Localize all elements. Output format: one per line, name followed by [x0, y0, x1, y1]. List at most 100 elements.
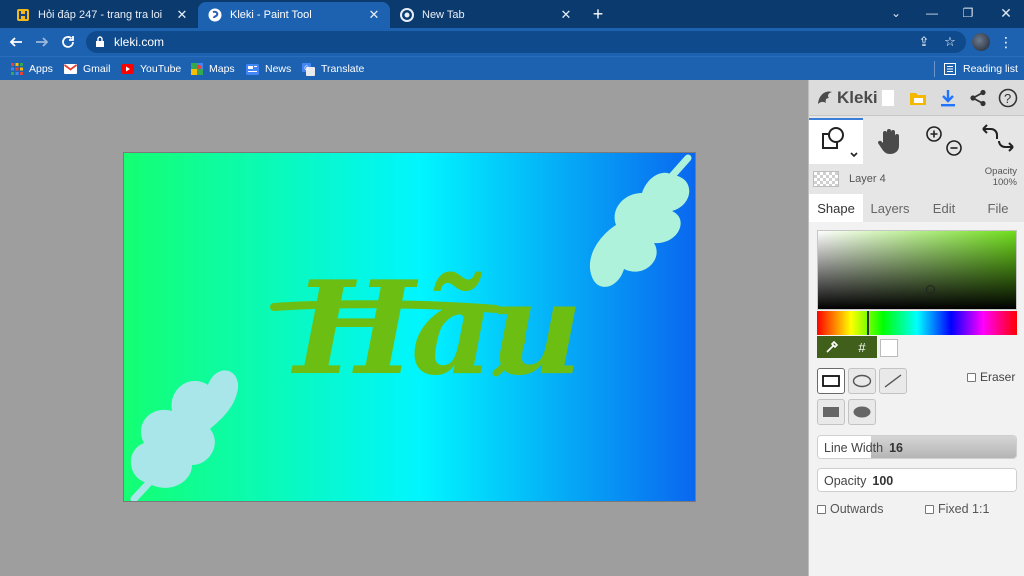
bookmark-label: News [265, 63, 292, 75]
kleki-logo[interactable]: Kleki [815, 86, 878, 110]
help-icon[interactable]: ? [997, 87, 1019, 109]
close-tab-icon[interactable]: ✕ [174, 7, 190, 23]
saturation-value-picker[interactable] [817, 230, 1017, 310]
lock-icon [94, 35, 106, 49]
shape-tool-button[interactable] [809, 118, 863, 164]
forward-icon[interactable] [32, 32, 52, 52]
ellipse-outline-button[interactable] [848, 368, 876, 394]
panel-tabs: Shape Layers Edit File [809, 194, 1024, 222]
ellipse-outline-icon [852, 374, 872, 388]
open-folder-icon[interactable] [907, 87, 929, 109]
eyedropper-button[interactable] [817, 336, 847, 358]
bookmark-youtube[interactable]: YouTube [121, 61, 181, 77]
bookmark-label: YouTube [140, 63, 182, 75]
opacity-slider[interactable]: Opacity 100 [817, 468, 1017, 492]
undo-redo[interactable] [975, 120, 1021, 162]
undo-icon [982, 124, 998, 139]
layer-thumbnail [813, 171, 839, 187]
new-image-icon[interactable] [877, 87, 899, 109]
close-tab-icon[interactable]: ✕ [558, 7, 574, 23]
drawing-canvas[interactable]: Hãu [123, 152, 696, 502]
ellipse-filled-icon [853, 406, 871, 418]
hue-slider-handle[interactable] [867, 311, 869, 335]
minimize-icon[interactable]: — [914, 0, 950, 26]
restore-icon[interactable]: ❐ [950, 0, 986, 26]
tool-row [809, 118, 1024, 164]
tab-kleki[interactable]: Kleki - Paint Tool ✕ [198, 2, 390, 28]
profile-avatar[interactable] [972, 33, 990, 51]
new-tab-button[interactable]: + [588, 4, 608, 24]
tab-title: Kleki - Paint Tool [230, 9, 312, 21]
hue-slider[interactable] [817, 311, 1017, 335]
line-width-label-wrap: Line Width 16 [824, 441, 903, 455]
zoom-tool[interactable] [919, 120, 969, 162]
logo-text: Kleki [837, 88, 878, 107]
tab-edit[interactable]: Edit [917, 194, 971, 222]
panel-header: Kleki ? [809, 80, 1024, 116]
outwards-checkbox-box[interactable] [817, 504, 826, 514]
reading-list-icon [944, 62, 957, 76]
apps-icon [10, 63, 23, 76]
reading-list-button[interactable]: Reading list [944, 61, 1018, 77]
tab-newtab[interactable]: New Tab ✕ [390, 2, 582, 28]
bookmark-maps[interactable]: Maps [190, 61, 235, 77]
kleki-side-panel: Kleki ? Layer 4 Opacity 100% Shape Layer… [808, 80, 1024, 576]
browser-menu-icon[interactable]: ⋮ [998, 32, 1014, 52]
fixed-ratio-label: Fixed 1:1 [938, 502, 990, 516]
close-tab-icon[interactable]: ✕ [366, 7, 382, 23]
current-layer-row[interactable]: Layer 4 Opacity 100% [809, 166, 1024, 192]
bookmark-star-icon[interactable]: ☆ [942, 34, 958, 50]
bookmark-gmail[interactable]: Gmail [64, 61, 110, 77]
bookmark-label: Translate [321, 63, 365, 75]
tab-search-icon[interactable]: ⌄ [878, 0, 914, 26]
hoidap-favicon-icon [16, 8, 30, 22]
tab-file[interactable]: File [971, 194, 1024, 222]
shape-tool-icon [822, 127, 858, 158]
ellipse-filled-button[interactable] [848, 399, 876, 425]
rectangle-outline-button[interactable] [817, 368, 845, 394]
url-bar[interactable]: kleki.com ⇪ ☆ [86, 31, 966, 53]
hand-tool-icon[interactable] [869, 120, 909, 162]
drawing-workspace[interactable]: Hãu [0, 80, 808, 576]
bookmark-translate[interactable]: G Translate [302, 61, 364, 77]
secondary-color-swatch[interactable] [880, 339, 898, 357]
chrome-favicon-icon [400, 8, 414, 22]
share-icon[interactable] [967, 87, 989, 109]
back-icon[interactable] [6, 32, 26, 52]
tab-hoidap[interactable]: Hỏi đáp 247 - trang tra loi ✕ [6, 2, 198, 28]
rectangle-outline-icon [822, 375, 840, 387]
reload-icon[interactable] [58, 32, 78, 52]
tab-title: Hỏi đáp 247 - trang tra loi [38, 9, 163, 21]
eraser-checkbox[interactable]: Eraser [967, 370, 1015, 384]
hex-input-button[interactable]: # [847, 336, 877, 358]
fixed-ratio-checkbox[interactable]: Fixed 1:1 [925, 502, 989, 516]
address-toolbar: kleki.com ⇪ ☆ ⋮ [0, 28, 1024, 56]
fixed-ratio-checkbox-box[interactable] [925, 504, 934, 514]
layer-opacity-value: 100% [992, 177, 1017, 188]
rectangle-filled-button[interactable] [817, 399, 845, 425]
opacity-label-wrap: Opacity 100 [824, 474, 893, 488]
zoom-out-icon [946, 140, 962, 156]
kleki-favicon-icon [208, 8, 222, 22]
bookmark-news[interactable]: News [246, 61, 291, 77]
svg-text:?: ? [1004, 91, 1011, 106]
share-page-icon[interactable]: ⇪ [916, 34, 932, 50]
download-icon[interactable] [937, 87, 959, 109]
tab-layers[interactable]: Layers [863, 194, 917, 222]
canvas-artwork: Hãu [124, 153, 695, 501]
close-window-icon[interactable]: ✕ [988, 0, 1024, 26]
kleki-logo-icon [818, 91, 832, 104]
eraser-label: Eraser [980, 370, 1016, 384]
canvas-lettering: Hãu [291, 254, 579, 404]
eyedropper-icon [826, 340, 839, 353]
line-width-value: 16 [889, 441, 903, 455]
eraser-checkbox-box[interactable] [967, 372, 976, 382]
color-picker-cursor[interactable] [926, 285, 935, 294]
url-text: kleki.com [114, 35, 165, 49]
bookmark-label: Gmail [83, 63, 111, 75]
line-button[interactable] [879, 368, 907, 394]
tab-shape[interactable]: Shape [809, 194, 863, 222]
bookmark-apps[interactable]: Apps [10, 61, 53, 77]
outwards-checkbox[interactable]: Outwards [817, 502, 884, 516]
line-width-slider[interactable]: Line Width 16 [817, 435, 1017, 459]
